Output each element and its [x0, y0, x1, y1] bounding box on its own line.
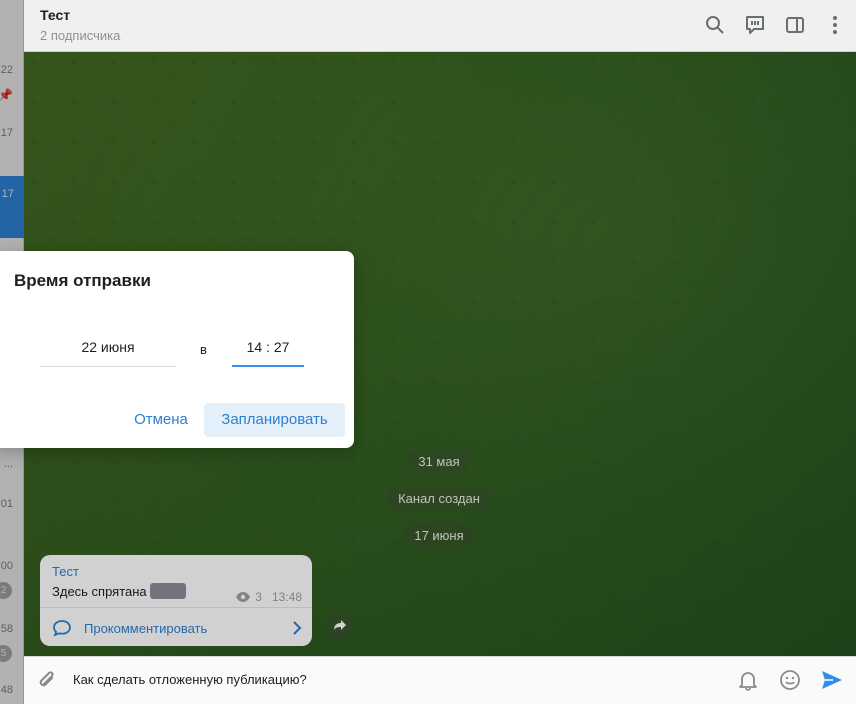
modal-backdrop-composer — [24, 656, 856, 704]
cancel-button[interactable]: Отмена — [116, 403, 206, 437]
schedule-dialog: Время отправки 22 июня в 14 : 27 Отмена … — [0, 251, 354, 448]
date-field[interactable]: 22 июня — [40, 335, 176, 367]
time-field[interactable]: 14 : 27 — [232, 335, 304, 367]
at-label: в — [200, 342, 207, 357]
schedule-button[interactable]: Запланировать — [204, 403, 345, 437]
modal-backdrop-header — [24, 0, 856, 52]
dialog-title: Время отправки — [14, 271, 151, 290]
